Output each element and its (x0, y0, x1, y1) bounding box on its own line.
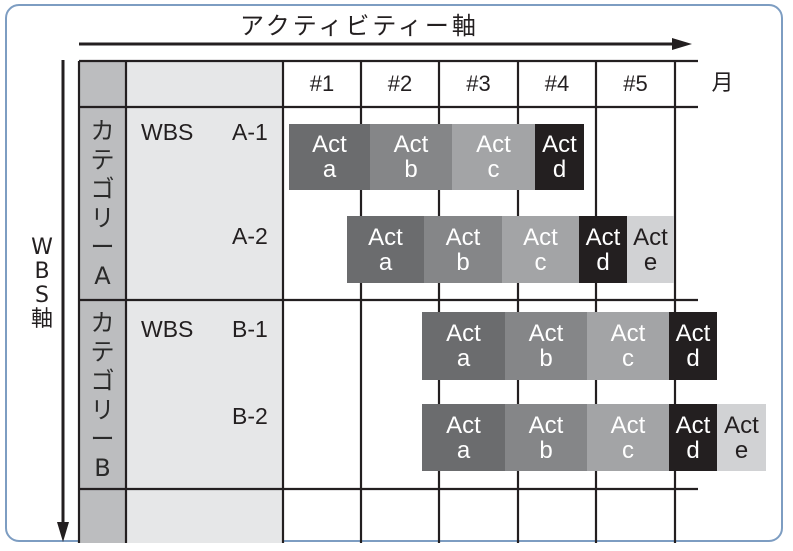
activity-a2-c: Act c (502, 216, 579, 283)
wbs-axis-char: W (31, 235, 53, 260)
activity-a2-e: Act e (627, 216, 674, 283)
category-b-label: カ テ ゴ リ ー B (79, 309, 126, 483)
category-char: ー (90, 425, 115, 453)
column-header-4: #4 (544, 71, 570, 96)
activity-b2-d: Act d (669, 404, 717, 471)
activity-b1-c: Act c (587, 312, 669, 380)
activity-b2-b: Act b (505, 404, 587, 471)
wbs-label-a: WBS (141, 119, 194, 145)
activity-a1-d: Act d (535, 124, 584, 190)
wbs-axis-char: 軸 (30, 307, 53, 332)
wbs-axis-char: S (35, 283, 49, 308)
category-char: リ (90, 204, 115, 232)
activity-a2-b: Act b (424, 216, 502, 283)
category-char: テ (90, 338, 115, 366)
activity-axis-arrowhead (672, 38, 692, 50)
wbs-axis-label: W B S 軸 (24, 236, 60, 332)
activity-b1-d: Act d (669, 312, 717, 380)
wbs-item-a2: A-2 (232, 223, 268, 249)
category-char: B (94, 454, 111, 482)
activity-b2-a: Act a (422, 404, 505, 471)
column-header-2: #2 (387, 71, 413, 96)
activity-a2-a: Act a (347, 216, 424, 283)
category-char: カ (90, 309, 115, 337)
activity-b1-a: Act a (422, 312, 505, 380)
category-char: ゴ (90, 367, 115, 395)
category-char: ゴ (90, 175, 115, 203)
category-char: テ (90, 146, 115, 174)
column-header-1: #1 (309, 71, 335, 96)
activity-a1-a: Act a (289, 124, 370, 190)
category-char: リ (90, 396, 115, 424)
category-char: ー (90, 233, 115, 261)
wbs-label-b: WBS (141, 316, 194, 342)
activity-a1-b: Act b (370, 124, 452, 190)
column-header-5: #5 (623, 71, 648, 96)
wbs-axis-char: B (34, 259, 50, 284)
category-char: A (94, 262, 111, 290)
category-char: カ (90, 117, 115, 145)
category-a-label: カ テ ゴ リ ー A (79, 117, 126, 291)
wbs-item-b1: B-1 (232, 316, 268, 342)
activity-a2-d: Act d (579, 216, 627, 283)
column-header-3: #3 (466, 71, 491, 96)
wbs-item-a1: A-1 (232, 119, 268, 145)
activity-b2-c: Act c (587, 404, 669, 471)
activity-a1-c: Act c (452, 124, 535, 190)
activity-b2-e: Act e (717, 404, 766, 471)
wbs-axis-arrowhead (57, 522, 69, 542)
wbs-item-b2: B-2 (232, 403, 268, 429)
month-label: 月 (711, 71, 734, 96)
activity-b1-b: Act b (505, 312, 587, 380)
